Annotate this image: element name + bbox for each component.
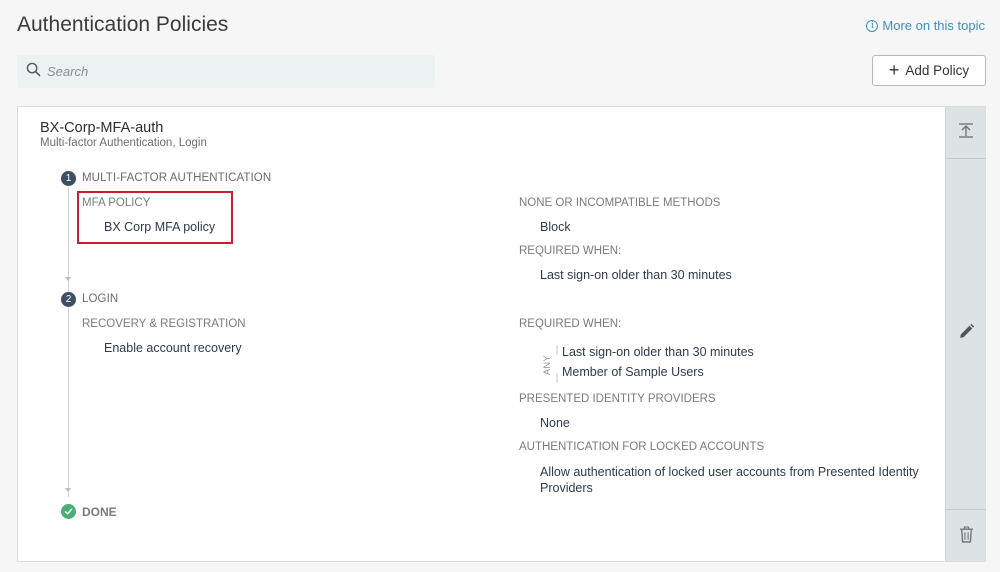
add-policy-label: Add Policy xyxy=(905,63,970,78)
policy-card: BX-Corp-MFA-auth Multi-factor Authentica… xyxy=(17,106,986,562)
action-sidebar xyxy=(945,107,986,563)
recovery-registration-label: RECOVERY & REGISTRATION xyxy=(82,318,246,330)
collapse-to-top-icon xyxy=(958,122,974,143)
incompatible-methods-label: NONE OR INCOMPATIBLE METHODS xyxy=(519,197,721,209)
help-link-label: More on this topic xyxy=(882,18,985,33)
required-when-value: Last sign-on older than 30 minutes xyxy=(540,268,732,282)
locked-accounts-value: Allow authentication of locked user acco… xyxy=(540,465,919,495)
condition-value: Last sign-on older than 30 minutes xyxy=(562,345,754,359)
trash-icon xyxy=(959,526,974,548)
presented-idp-label: PRESENTED IDENTITY PROVIDERS xyxy=(519,393,716,405)
pencil-icon xyxy=(958,323,975,345)
policy-name: BX-Corp-MFA-auth xyxy=(40,120,164,136)
add-policy-button[interactable]: + Add Policy xyxy=(872,55,986,86)
step-number-badge: 1 xyxy=(61,171,76,186)
timeline-arrow xyxy=(65,277,71,281)
timeline-line xyxy=(68,187,69,497)
mfa-policy-label: MFA POLICY xyxy=(82,197,151,209)
required-when-label: REQUIRED WHEN: xyxy=(519,318,622,330)
any-label: ANY xyxy=(542,354,553,376)
search-bar xyxy=(17,55,435,88)
policy-subtitle: Multi-factor Authentication, Login xyxy=(40,137,207,149)
step-number-badge: 2 xyxy=(61,292,76,307)
timeline-arrow xyxy=(65,488,71,492)
collapse-button[interactable] xyxy=(946,107,986,159)
page-title: Authentication Policies xyxy=(17,13,229,36)
done-label: DONE xyxy=(82,505,117,519)
condition-value: Member of Sample Users xyxy=(562,365,704,379)
info-icon: i xyxy=(866,19,879,32)
more-on-this-topic-link[interactable]: i More on this topic xyxy=(866,18,985,33)
required-when-label: REQUIRED WHEN: xyxy=(519,245,622,257)
step-label: LOGIN xyxy=(82,293,119,305)
check-icon xyxy=(61,504,76,519)
presented-idp-value: None xyxy=(540,416,570,430)
search-icon xyxy=(26,62,41,82)
locked-accounts-label: AUTHENTICATION FOR LOCKED ACCOUNTS xyxy=(519,441,765,453)
incompatible-methods-value: Block xyxy=(540,220,571,234)
plus-icon: + xyxy=(888,59,900,80)
edit-button[interactable] xyxy=(946,159,986,509)
search-input[interactable] xyxy=(47,64,427,79)
recovery-registration-value: Enable account recovery xyxy=(104,341,242,355)
mfa-policy-value: BX Corp MFA policy xyxy=(104,220,216,234)
step-label: MULTI-FACTOR AUTHENTICATION xyxy=(82,172,272,184)
delete-button[interactable] xyxy=(946,509,986,563)
